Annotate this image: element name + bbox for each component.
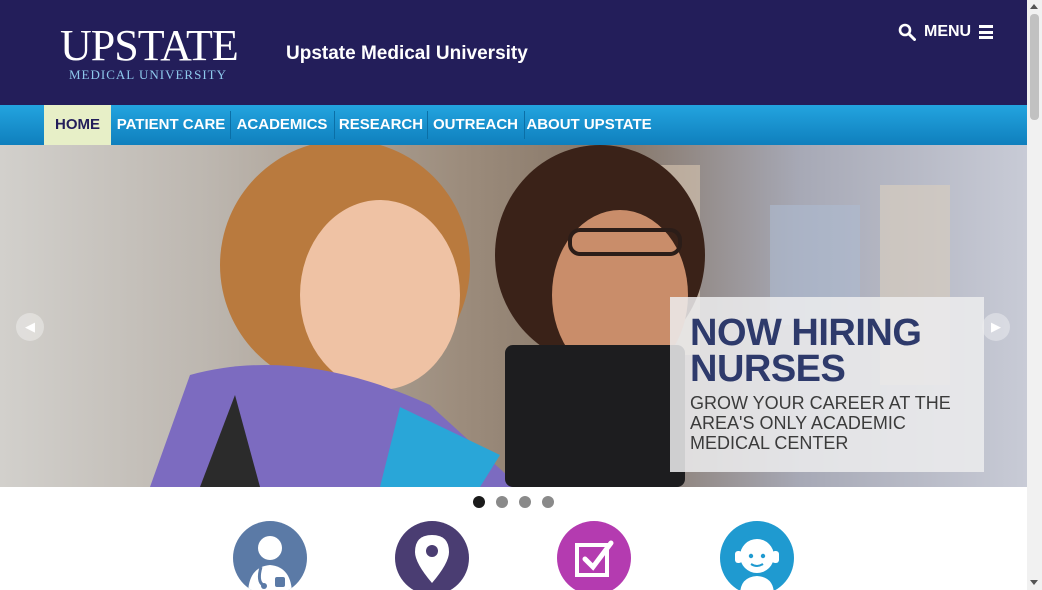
logo-subtitle: MEDICAL UNIVERSITY: [69, 67, 227, 82]
hero-subtext: GROW YOUR CAREER AT THE AREA'S ONLY ACAD…: [690, 393, 951, 453]
carousel-prev-button[interactable]: ◀: [16, 313, 44, 341]
locations-link[interactable]: [395, 521, 469, 590]
upstate-logo[interactable]: UPSTATE MEDICAL UNIVERSITY: [60, 24, 240, 84]
search-icon[interactable]: [898, 23, 916, 41]
menu-button[interactable]: MENU: [898, 20, 994, 44]
carousel-dot-1[interactable]: [473, 496, 485, 508]
carousel-next-button[interactable]: ▶: [982, 313, 1010, 341]
hero-caption[interactable]: NOW HIRING NURSES GROW YOUR CAREER AT TH…: [670, 297, 984, 472]
logo-wordmark: UPSTATE: [60, 21, 239, 70]
main-nav: HOME PATIENT CARE ACADEMICS RESEARCH OUT…: [0, 105, 1027, 145]
site-header: UPSTATE MEDICAL UNIVERSITY Upstate Medic…: [0, 0, 1027, 105]
page-scrollbar[interactable]: [1027, 0, 1042, 590]
chevron-left-icon: ◀: [25, 319, 35, 334]
doctor-icon: [248, 536, 292, 590]
appointment-link[interactable]: [557, 521, 631, 590]
nav-item-about-upstate[interactable]: ABOUT UPSTATE: [525, 105, 653, 145]
nav-item-home[interactable]: HOME: [44, 105, 111, 145]
checkbox-icon: [575, 540, 614, 577]
nav-item-patient-care[interactable]: PATIENT CARE: [113, 105, 229, 145]
scroll-up-arrow-icon[interactable]: [1030, 4, 1038, 9]
scroll-down-arrow-icon[interactable]: [1030, 580, 1038, 585]
hamburger-icon: [979, 25, 994, 39]
carousel-dot-3[interactable]: [519, 496, 531, 508]
location-pin-icon: [415, 535, 449, 583]
contact-link[interactable]: [720, 521, 794, 590]
carousel-indicators: [473, 496, 554, 508]
headset-operator-icon: [735, 533, 779, 590]
nav-item-research[interactable]: RESEARCH: [335, 105, 427, 145]
carousel-dot-2[interactable]: [496, 496, 508, 508]
scrollbar-thumb[interactable]: [1030, 14, 1039, 120]
nav-item-academics[interactable]: ACADEMICS: [231, 105, 333, 145]
chevron-right-icon: ▶: [991, 319, 1001, 334]
site-name[interactable]: Upstate Medical University: [286, 43, 528, 65]
hero-carousel: ◀ ▶ NOW HIRING NURSES GROW YOUR CAREER A…: [0, 145, 1027, 487]
nav-item-outreach[interactable]: OUTREACH: [428, 105, 523, 145]
menu-label: MENU: [924, 23, 972, 40]
carousel-dot-4[interactable]: [542, 496, 554, 508]
find-doctor-link[interactable]: [233, 521, 307, 590]
hero-headline: NOW HIRING NURSES: [690, 312, 922, 390]
